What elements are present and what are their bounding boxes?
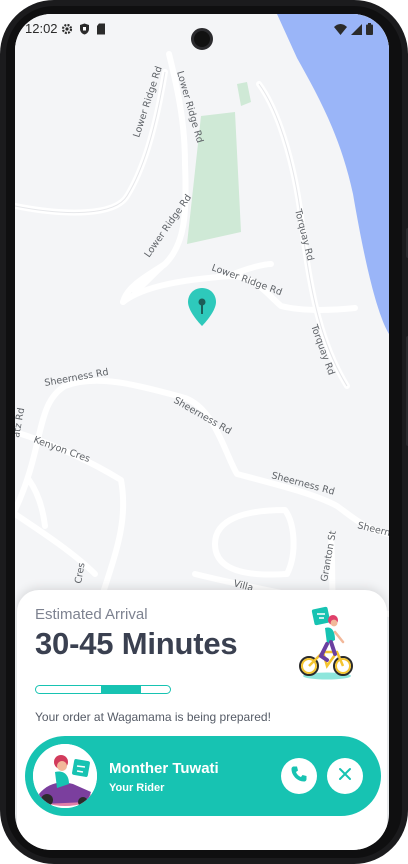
shield-icon (79, 22, 90, 40)
front-camera (191, 28, 213, 50)
progress-active-segment (101, 686, 141, 693)
close-button[interactable] (327, 758, 363, 794)
status-time: 12:02 (25, 21, 58, 36)
status-bar: 12:02 (15, 14, 389, 50)
signal-icon (351, 22, 362, 40)
wifi-icon (334, 22, 347, 40)
rider-panel: Monther Tuwati Your Rider (25, 736, 381, 816)
avatar (33, 744, 97, 808)
call-rider-button[interactable] (281, 758, 317, 794)
gear-icon (61, 22, 73, 40)
close-icon (338, 767, 352, 786)
delivery-progress-bar (35, 685, 171, 694)
screen: Lower Ridge Rd Lower Ridge Rd Lower Ridg… (15, 14, 389, 850)
battery-icon (366, 22, 373, 40)
phone-frame: Lower Ridge Rd Lower Ridge Rd Lower Ridg… (0, 0, 408, 864)
map-view[interactable]: Lower Ridge Rd Lower Ridge Rd Lower Ridg… (15, 14, 389, 654)
delivery-status-card: Estimated Arrival 30-45 Minutes Your ord… (17, 590, 387, 850)
rider-role: Your Rider (109, 782, 165, 794)
map-canvas[interactable]: Lower Ridge Rd Lower Ridge Rd Lower Ridg… (15, 14, 389, 654)
eta-value: 30-45 Minutes (35, 626, 238, 661)
rider-name: Monther Tuwati (109, 760, 219, 777)
eta-label: Estimated Arrival (35, 606, 148, 623)
phone-icon (290, 765, 308, 788)
sim-card-icon (96, 22, 106, 40)
order-status-message: Your order at Wagamama is being prepared… (35, 710, 271, 724)
delivery-bike-icon (297, 606, 355, 682)
